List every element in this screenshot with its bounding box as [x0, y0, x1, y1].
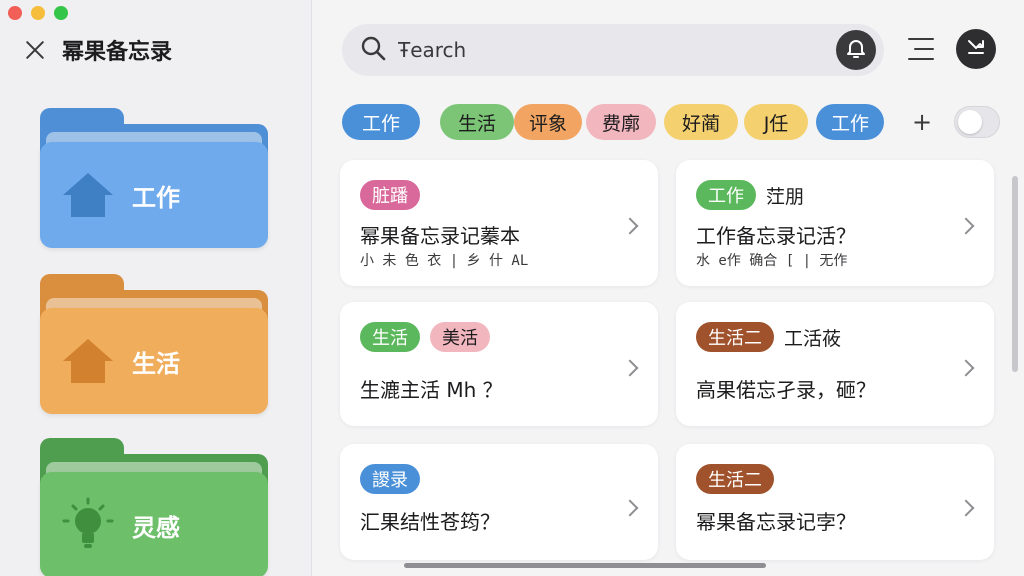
chevron-right-icon [621, 499, 639, 517]
note-card[interactable]: 脏蹯 幂果备忘录记蓁本 小 未 色 衣 | 乡 什 AL [340, 160, 658, 286]
add-tag-button[interactable]: + [912, 108, 932, 136]
sidebar-title: 幂果备忘录 [62, 40, 173, 65]
folder-label: 生活 [132, 349, 180, 378]
close-window-button[interactable] [8, 6, 22, 20]
vertical-scrollbar[interactable] [1012, 176, 1018, 372]
tag-chip[interactable]: 好蔺 [664, 104, 738, 140]
folder-label: 工作 [132, 183, 180, 212]
close-icon[interactable] [22, 37, 48, 63]
note-preview: 小 未 色 衣 | 乡 什 AL [360, 253, 529, 269]
note-card[interactable]: 工作 茳朋 工作备忘录记活？ 水 e作 确合 [ | 无作 [676, 160, 994, 286]
card-tag: 工作 [696, 180, 756, 210]
note-title: 幂果备忘录记蓁本 [360, 224, 520, 248]
notification-button[interactable] [836, 30, 876, 70]
chevron-right-icon [621, 359, 639, 377]
tag-chip[interactable]: 生活 [440, 104, 514, 140]
chevron-right-icon [621, 217, 639, 235]
folder-inspiration[interactable]: 灵感 [40, 438, 268, 576]
card-tag: 美活 [430, 322, 490, 352]
tag-chip[interactable]: 评象 [514, 104, 582, 140]
note-card[interactable]: 謖录 汇果结性苍筠？ [340, 444, 658, 560]
folder-label: 灵感 [132, 513, 180, 542]
share-button[interactable] [956, 29, 996, 69]
note-title: 幂果备忘录记孛？ [696, 510, 856, 534]
search-icon [360, 35, 386, 65]
tag-chip[interactable]: 工作 [816, 104, 884, 140]
note-title: 工作备忘录记活？ [696, 224, 856, 248]
note-preview: 水 e作 确合 [ | 无作 [696, 253, 848, 269]
house-icon [60, 336, 116, 386]
window-controls [8, 6, 68, 20]
note-title: 汇果结性苍筠？ [360, 510, 500, 534]
card-tag: 脏蹯 [360, 180, 420, 210]
horizontal-scrollbar[interactable] [404, 563, 766, 568]
chevron-right-icon [957, 217, 975, 235]
folder-life[interactable]: 生活 [40, 274, 268, 414]
card-tag: 謖录 [360, 464, 420, 494]
chevron-right-icon [957, 499, 975, 517]
note-card[interactable]: 生活 美活 生漉主活 Mh ？ [340, 302, 658, 426]
house-icon [60, 170, 116, 220]
note-title: 高果偌忘孑录，砸？ [696, 378, 876, 402]
view-toggle[interactable] [954, 106, 1000, 138]
main-panel: 工作 生活 评象 费廓 好蔺 J任 工作 + 脏蹯 幂果备忘录记蓁本 小 未 色… [312, 0, 1024, 576]
card-category: 工活莜 [784, 327, 842, 350]
sidebar-header: 幂果备忘录 [22, 34, 172, 66]
sidebar: 幂果备忘录 工作 生活 灵感 [0, 0, 312, 576]
zoom-window-button[interactable] [54, 6, 68, 20]
lightbulb-icon [60, 497, 116, 550]
card-category: 茳朋 [766, 185, 805, 208]
card-tag: 生活 [360, 322, 420, 352]
tag-chip[interactable]: 工作 [342, 104, 420, 140]
bell-icon [845, 37, 867, 63]
note-title: 生漉主活 Mh ？ [360, 378, 503, 402]
chevron-right-icon [957, 359, 975, 377]
note-card[interactable]: 生活⼆ 工活莜 高果偌忘孑录，砸？ [676, 302, 994, 426]
share-arrow-icon [965, 36, 987, 62]
note-card[interactable]: 生活⼆ 幂果备忘录记孛？ [676, 444, 994, 560]
tag-chip[interactable]: J任 [744, 104, 808, 140]
menu-icon[interactable] [908, 36, 936, 62]
card-tag: 生活⼆ [696, 464, 774, 494]
search-input[interactable] [398, 38, 798, 62]
minimize-window-button[interactable] [31, 6, 45, 20]
folder-work[interactable]: 工作 [40, 108, 268, 248]
search-bar[interactable] [342, 24, 884, 76]
tag-chip[interactable]: 费廓 [586, 104, 656, 140]
card-tag: 生活⼆ [696, 322, 774, 352]
